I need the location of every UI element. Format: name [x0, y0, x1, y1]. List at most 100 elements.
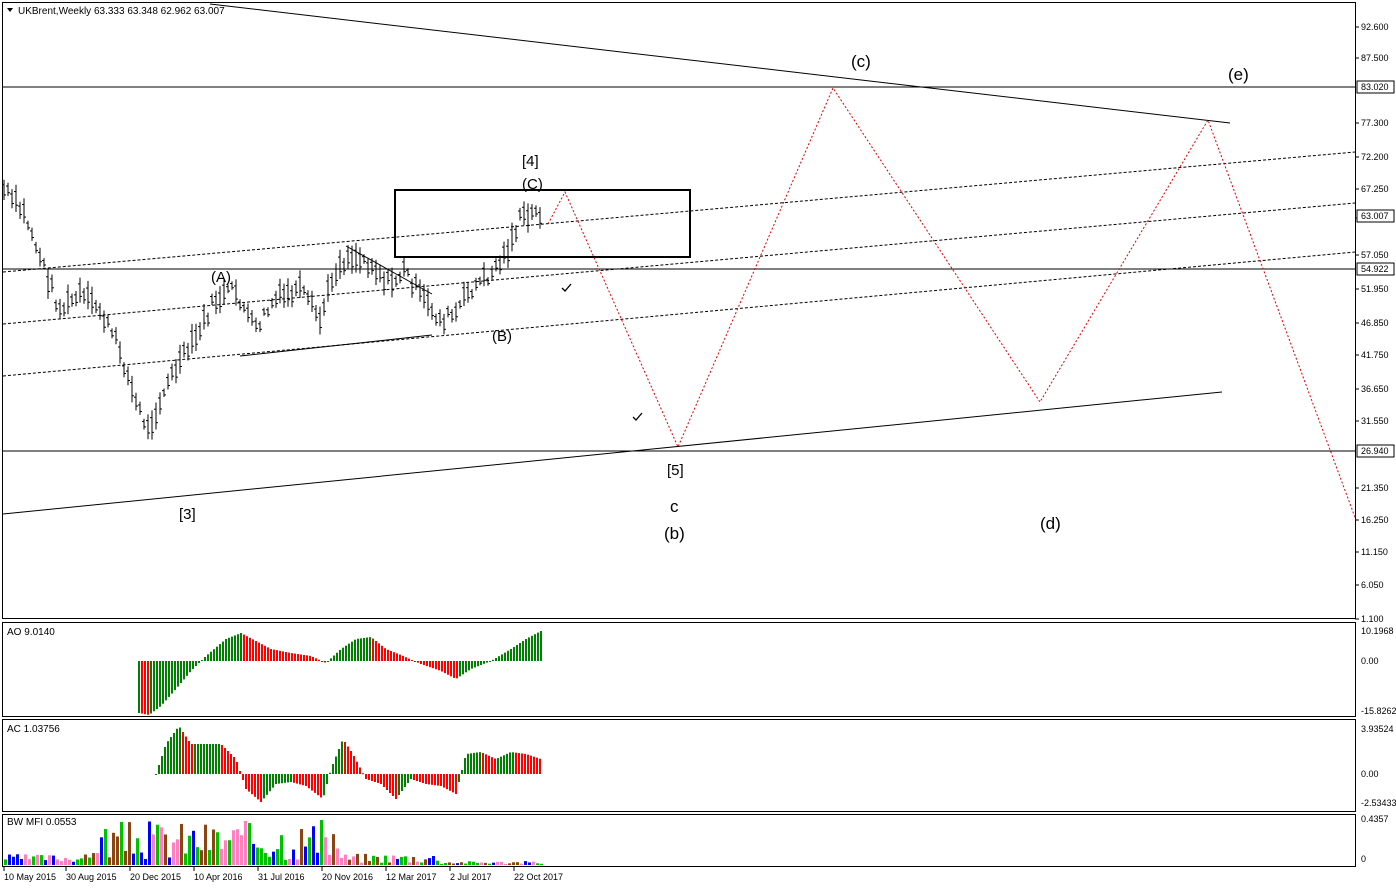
time-tick-label: 20 Dec 2015 [130, 872, 181, 882]
ac-bar [170, 737, 172, 774]
ac-bar [461, 770, 463, 774]
ac-bar [512, 752, 514, 774]
ac-bar [398, 774, 400, 795]
ao-bar [348, 643, 350, 661]
ac-bar [245, 774, 247, 789]
ao-bar [357, 638, 359, 661]
ao-bar [219, 644, 221, 661]
ac-bar [332, 764, 334, 774]
ac-bar [320, 774, 322, 798]
ac-bar [179, 727, 181, 774]
ac-bar [221, 745, 223, 774]
price-tick-label: 92.600 [1361, 22, 1389, 32]
mfi-bar [280, 835, 283, 865]
ac-bar [239, 771, 241, 774]
ac-bar [410, 774, 412, 779]
mfi-bar [276, 849, 279, 865]
mfi-bar [452, 863, 455, 865]
ac-bar [521, 753, 523, 774]
mfi-bar [192, 830, 195, 865]
ao-bar [159, 661, 161, 707]
ac-bar [257, 774, 259, 800]
mfi-bar [152, 834, 155, 865]
ac-bar [500, 756, 502, 774]
ao-bar [489, 661, 491, 662]
ao-bar [513, 647, 515, 661]
ao-bar [477, 661, 479, 667]
ac-bar [452, 774, 454, 793]
ao-bar [381, 645, 383, 661]
mt4-chart-window[interactable]: [3] (A) (B) (C) [4] [5] c (b) (c) (d) (e… [0, 0, 1396, 888]
mfi-bar [248, 823, 251, 865]
wave-label-e: (e) [1228, 65, 1249, 84]
time-tick-label: 12 Mar 2017 [386, 872, 437, 882]
ao-bar [417, 661, 419, 663]
ao-bar [171, 661, 173, 694]
ac-bar [362, 773, 364, 775]
ac-bar [383, 774, 385, 787]
mfi-bar [432, 856, 435, 865]
mfi-bar [392, 855, 395, 865]
ao-bar [285, 652, 287, 661]
ao-bar [138, 661, 140, 713]
ao-bar [225, 639, 227, 661]
mfi-bar [264, 852, 267, 865]
mfi-bar [260, 848, 263, 865]
mfi-bar [28, 859, 31, 865]
ac-bar [335, 756, 337, 774]
wave-label-B: (B) [492, 328, 512, 345]
price-tick-label: 41.750 [1361, 350, 1389, 360]
ao-bar [468, 661, 470, 671]
mfi-bar [424, 859, 427, 865]
price-tick-label: 72.200 [1361, 152, 1389, 162]
ao-bar [144, 661, 146, 715]
ac-bar [515, 752, 517, 774]
ao-bar [459, 661, 461, 677]
ao-axis-zero: 0.00 [1361, 656, 1379, 666]
mfi-bar [484, 862, 487, 865]
ao-bar [297, 654, 299, 661]
price-tick-label: 57.050 [1361, 250, 1389, 260]
ao-bar [336, 652, 338, 661]
mfi-bar [224, 840, 227, 865]
ac-bar [299, 774, 301, 785]
ac-bar [341, 741, 343, 774]
ao-bar [447, 661, 449, 675]
ao-bar [504, 652, 506, 661]
mfi-bar [288, 858, 291, 865]
ac-bar [506, 753, 508, 774]
ac-bar [155, 774, 157, 775]
ac-bar [164, 747, 166, 774]
mfi-bar [244, 820, 247, 865]
mfi-bar [304, 846, 307, 865]
ac-axis-min: -2.53433 [1361, 798, 1396, 808]
mfi-bar [500, 861, 503, 865]
ao-bar [306, 655, 308, 661]
mfi-bar [4, 859, 7, 865]
time-tick-label: 22 Oct 2017 [514, 872, 563, 882]
ac-bar [212, 744, 214, 774]
mfi-bar [472, 861, 475, 865]
ao-bar [198, 661, 200, 663]
ao-bar [327, 661, 329, 662]
ao-bar [207, 654, 209, 661]
ac-bar [209, 744, 211, 774]
mfi-bar [368, 861, 371, 865]
time-tick-label: 2 Jul 2017 [450, 872, 492, 882]
ac-bar [158, 765, 160, 774]
price-marker-label: 26.940 [1361, 446, 1389, 456]
ao-bar [354, 639, 356, 661]
mfi-bar [324, 837, 327, 865]
ao-bar [342, 647, 344, 661]
mfi-bar [344, 854, 347, 865]
mfi-bar [72, 861, 75, 865]
ao-bar [516, 645, 518, 661]
mfi-bar [36, 854, 39, 865]
mfi-title: BW MFI 0.0553 [7, 817, 77, 828]
ao-bar [168, 661, 170, 697]
ac-bar [185, 736, 187, 774]
mfi-bar [80, 858, 83, 865]
ac-bar [338, 749, 340, 774]
mfi-bar [108, 857, 111, 865]
ac-bar [458, 774, 460, 782]
